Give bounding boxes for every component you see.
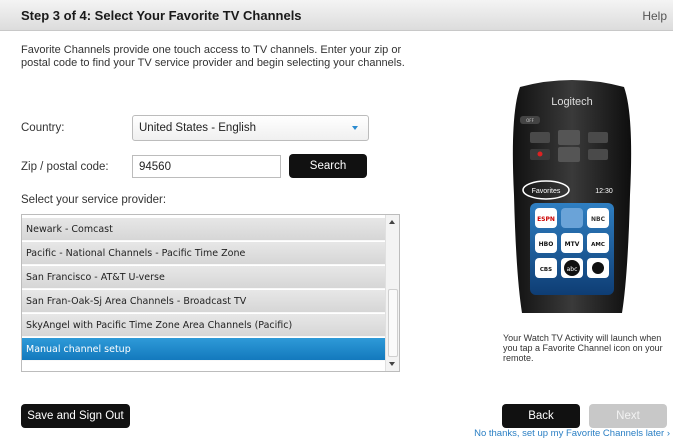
next-button: Next (589, 404, 667, 428)
step-header: Step 3 of 4: Select Your Favorite TV Cha… (0, 0, 673, 31)
provider-list[interactable]: Newark - Comcast Pacific - National Chan… (21, 214, 400, 372)
search-button[interactable]: Search (289, 154, 367, 178)
list-item[interactable]: SkyAngel with Pacific Time Zone Area Cha… (22, 314, 386, 337)
save-sign-out-button[interactable]: Save and Sign Out (21, 404, 130, 428)
remote-favorites-label: Favorites (532, 188, 561, 195)
country-select-value: United States - English (139, 122, 256, 134)
chevron-down-icon (352, 126, 358, 130)
remote-image: Logitech OFF Favorites 12:30 ESPN NBC HB… (512, 80, 632, 313)
remote-channel: HBO (539, 241, 554, 248)
list-scrollbar[interactable] (385, 215, 399, 371)
list-item[interactable]: San Francisco - AT&T U-verse (22, 266, 386, 289)
remote-channel: MTV (565, 241, 580, 248)
list-item[interactable]: San Fran-Oak-Sj Area Channels - Broadcas… (22, 290, 386, 313)
zip-label: Zip / postal code: (21, 161, 109, 173)
intro-text: Favorite Channels provide one touch acce… (21, 44, 405, 69)
remote-channel: abc (567, 266, 578, 273)
list-item[interactable]: Pacific - National Channels - Pacific Ti… (22, 242, 386, 265)
country-label: Country: (21, 122, 65, 134)
remote-time: 12:30 (595, 188, 613, 195)
remote-channel: NBC (591, 216, 606, 223)
remote-channel: AMC (591, 242, 605, 248)
back-button[interactable]: Back (502, 404, 580, 428)
step-title: Step 3 of 4: Select Your Favorite TV Cha… (21, 8, 302, 23)
scroll-up-icon[interactable] (389, 220, 395, 224)
remote-channel: ESPN (537, 216, 555, 223)
list-item-selected[interactable]: Manual channel setup (22, 338, 386, 361)
provider-label: Select your service provider: (21, 194, 167, 206)
skip-favorites-link[interactable]: No thanks, set up my Favorite Channels l… (474, 428, 670, 439)
remote-caption: Your Watch TV Activity will launch when … (503, 333, 663, 363)
list-item[interactable]: Newark - Comcast (22, 218, 386, 241)
remote-off-label: OFF (526, 118, 534, 123)
remote-channel: CBS (540, 267, 552, 273)
remote-brand: Logitech (551, 96, 593, 108)
scroll-down-icon[interactable] (389, 362, 395, 366)
help-link[interactable]: Help (642, 9, 667, 23)
country-select[interactable]: United States - English (132, 115, 369, 141)
scroll-thumb[interactable] (388, 289, 398, 357)
zip-input[interactable] (132, 155, 281, 178)
